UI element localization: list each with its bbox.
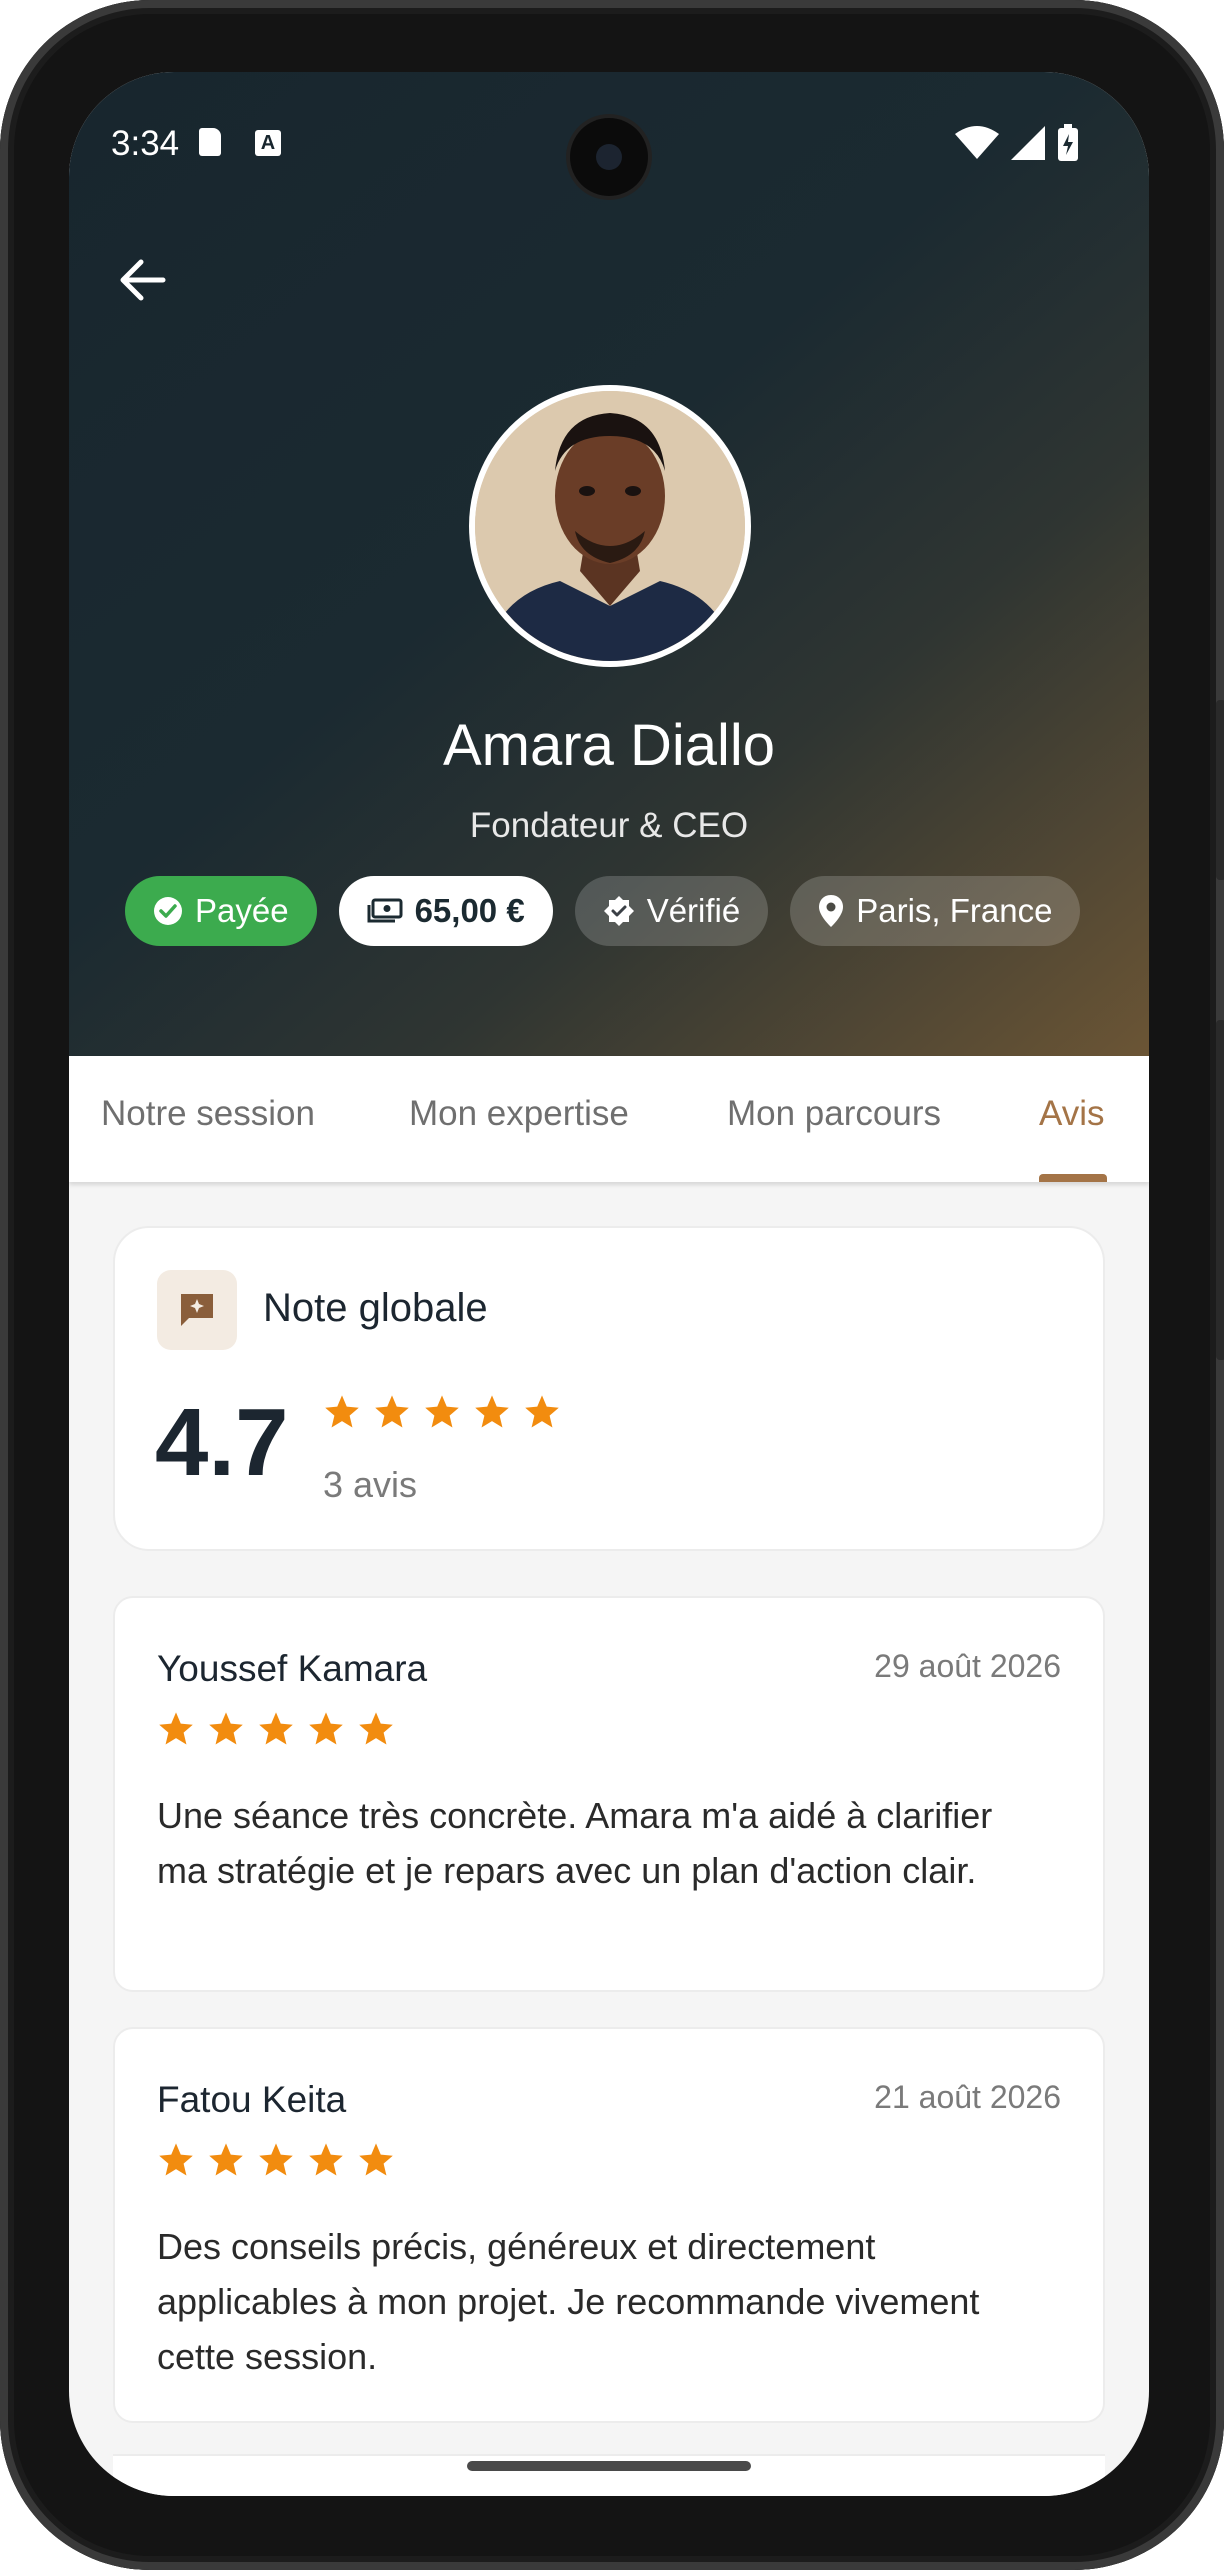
star-icon (309, 1712, 343, 1745)
profile-tabs: Notre session Mon expertise Mon parcours… (69, 1056, 1149, 1182)
review-stars (157, 1710, 395, 1748)
location-chip: Paris, France (790, 876, 1081, 946)
arrow-left-icon (120, 259, 166, 301)
screen: 3:34 A Amara Diallo Fondateur & CEO Payé… (69, 72, 1149, 2496)
review-card: Youssef Kamara 29 août 2026 Une séance t… (113, 1596, 1105, 1992)
review-date: 29 août 2026 (874, 1648, 1061, 1684)
rating-score: 4.7 (155, 1389, 289, 1496)
star-icon (309, 2143, 343, 2176)
price-label: 65,00 € (414, 892, 525, 929)
verified-badge-icon (603, 896, 634, 926)
star-icon (525, 1395, 559, 1428)
profile-photo (475, 391, 745, 661)
tab-avis[interactable]: Avis (1039, 1094, 1105, 1134)
volume-button (1216, 700, 1224, 880)
check-circle-icon (154, 897, 182, 925)
rating-title: Note globale (263, 1286, 488, 1330)
back-button[interactable] (113, 250, 173, 310)
location-pin-icon (819, 895, 844, 927)
status-time: 3:34 (111, 124, 180, 163)
review-author: Fatou Keita (157, 2079, 347, 2120)
star-icon (359, 1712, 393, 1745)
star-icon (209, 1712, 243, 1745)
price-chip: 65,00 € (338, 876, 553, 946)
review-text: Des conseils précis, généreux et directe… (157, 2226, 980, 2377)
tab-notre-session[interactable]: Notre session (101, 1094, 315, 1134)
avatar (469, 385, 751, 667)
star-icon (159, 2143, 193, 2176)
payment-status-label: Payée (195, 892, 289, 929)
review-card: Fatou Keita 21 août 2026 Des conseils pr… (113, 2027, 1105, 2423)
active-tab-indicator (1039, 1174, 1107, 1182)
profile-header: 3:34 A Amara Diallo Fondateur & CEO Payé… (69, 72, 1149, 1056)
phone-frame: 3:34 A Amara Diallo Fondateur & CEO Payé… (0, 0, 1224, 2570)
star-icon (375, 1395, 409, 1428)
rating-count: 3 avis (323, 1464, 418, 1505)
signal-icon (1011, 126, 1045, 160)
profile-chips: Payée 65,00 € Vérifié Paris, France (125, 876, 1081, 946)
home-indicator[interactable] (467, 2461, 751, 2471)
star-icon (475, 1395, 509, 1428)
status-icons (955, 124, 1079, 162)
star-icon (425, 1395, 459, 1428)
battery-charging-icon (1058, 124, 1078, 161)
rate-review-icon (157, 1270, 237, 1350)
star-icon (159, 1712, 193, 1745)
review-text: Une séance très concrète. Amara m'a aidé… (157, 1795, 993, 1891)
rating-stars (323, 1393, 561, 1431)
tab-mon-expertise[interactable]: Mon expertise (409, 1094, 629, 1134)
star-icon (325, 1395, 359, 1428)
verified-chip: Vérifié (574, 876, 769, 946)
front-camera (570, 118, 648, 196)
star-icon (359, 2143, 393, 2176)
rating-summary-card: Note globale 4.7 3 avis (113, 1226, 1105, 1551)
review-date: 21 août 2026 (874, 2079, 1061, 2115)
payment-status-chip: Payée (125, 876, 317, 946)
review-stars (157, 2141, 395, 2179)
location-label: Paris, France (856, 892, 1053, 929)
verified-label: Vérifié (646, 892, 741, 929)
sd-card-icon (199, 128, 221, 156)
cash-icon (367, 898, 403, 923)
profile-name: Amara Diallo (443, 713, 775, 778)
wifi-icon (955, 126, 999, 159)
keyboard-a-icon: A (255, 130, 281, 156)
power-button (1216, 1020, 1224, 1360)
star-icon (259, 2143, 293, 2176)
review-author: Youssef Kamara (157, 1648, 428, 1689)
profile-role: Fondateur & CEO (469, 806, 749, 845)
star-icon (259, 1712, 293, 1745)
star-icon (209, 2143, 243, 2176)
tab-mon-parcours[interactable]: Mon parcours (727, 1094, 941, 1134)
